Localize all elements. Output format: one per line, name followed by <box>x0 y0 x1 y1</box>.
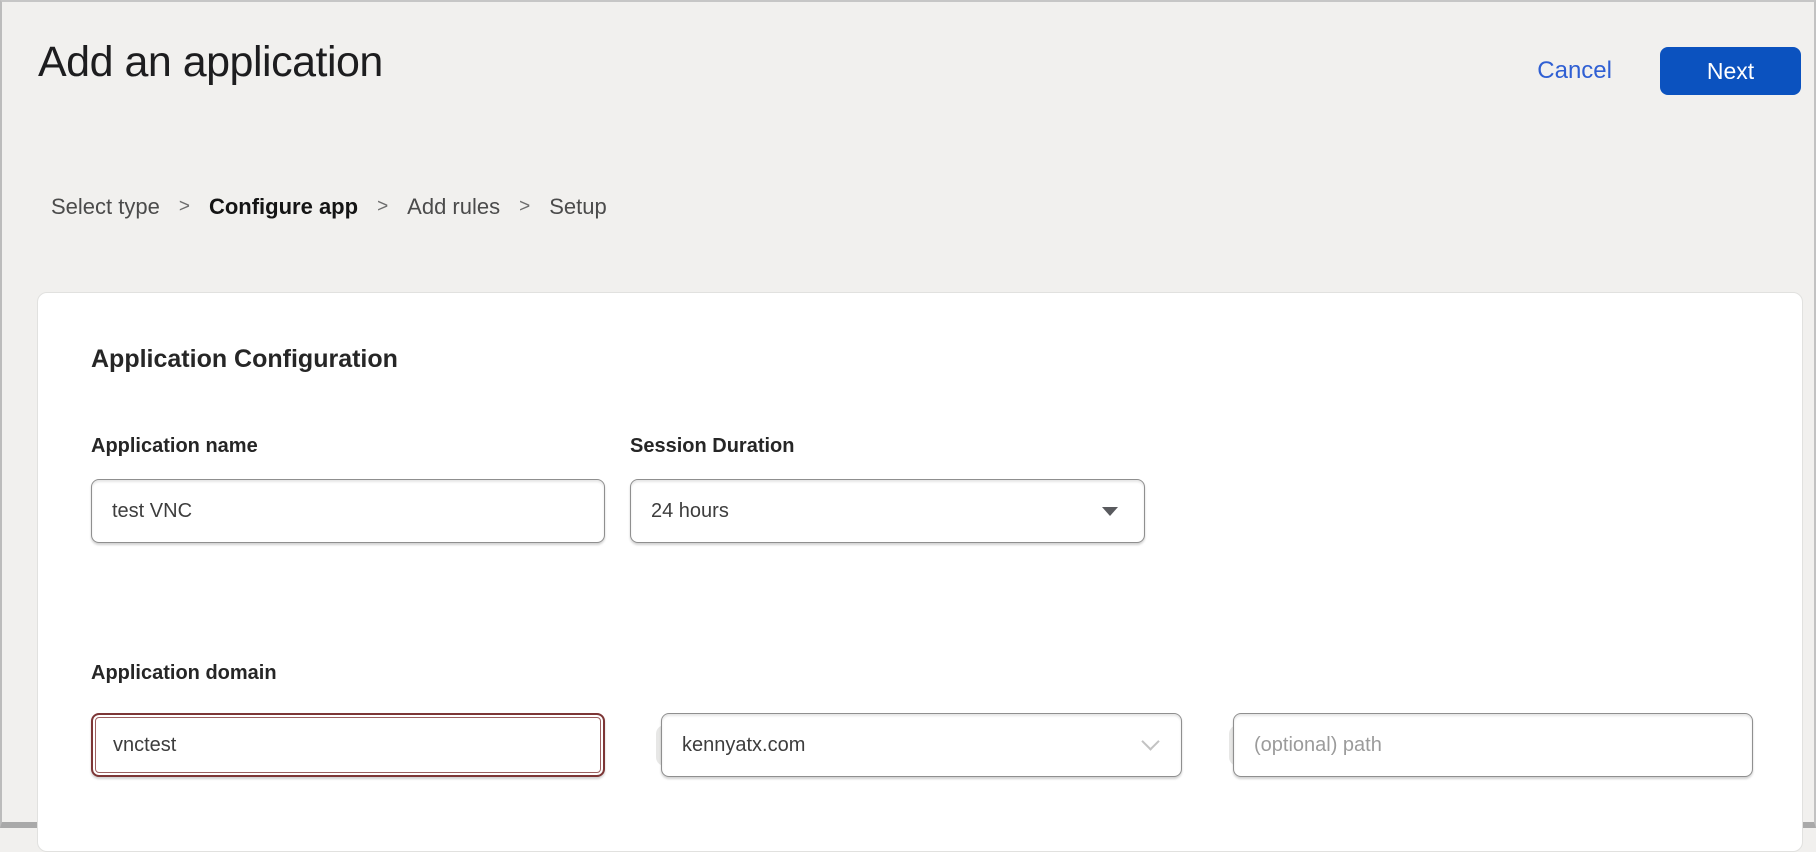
cancel-button[interactable]: Cancel <box>1537 57 1612 85</box>
header-actions: Cancel Next <box>1537 47 1801 95</box>
session-duration-select[interactable]: 24 hours <box>630 479 1145 543</box>
session-duration-label: Session Duration <box>630 435 794 458</box>
window-frame: Add an application Cancel Next Select ty… <box>0 0 1816 828</box>
next-button[interactable]: Next <box>1660 47 1801 95</box>
subdomain-input[interactable] <box>91 713 605 777</box>
breadcrumb-separator: > <box>377 196 388 218</box>
caret-down-icon <box>1102 507 1118 516</box>
breadcrumb-separator: > <box>179 196 190 218</box>
breadcrumb-separator: > <box>519 196 530 218</box>
session-duration-value: 24 hours <box>651 500 729 523</box>
page-title: Add an application <box>38 38 383 87</box>
configuration-card: Application Configuration Application na… <box>37 292 1803 852</box>
application-name-input[interactable] <box>91 479 605 543</box>
breadcrumb-step-add-rules[interactable]: Add rules <box>407 194 500 220</box>
chevron-down-icon <box>1141 732 1159 750</box>
breadcrumb-step-configure-app[interactable]: Configure app <box>209 194 358 220</box>
section-title: Application Configuration <box>91 345 398 374</box>
domain-select-value: kennyatx.com <box>682 734 805 757</box>
path-input[interactable] <box>1233 713 1753 777</box>
breadcrumb-step-setup[interactable]: Setup <box>549 194 607 220</box>
breadcrumb-step-select-type[interactable]: Select type <box>51 194 160 220</box>
application-name-label: Application name <box>91 435 258 458</box>
breadcrumb: Select type > Configure app > Add rules … <box>51 194 607 220</box>
domain-select[interactable]: kennyatx.com <box>661 713 1182 777</box>
application-domain-label: Application domain <box>91 662 277 685</box>
